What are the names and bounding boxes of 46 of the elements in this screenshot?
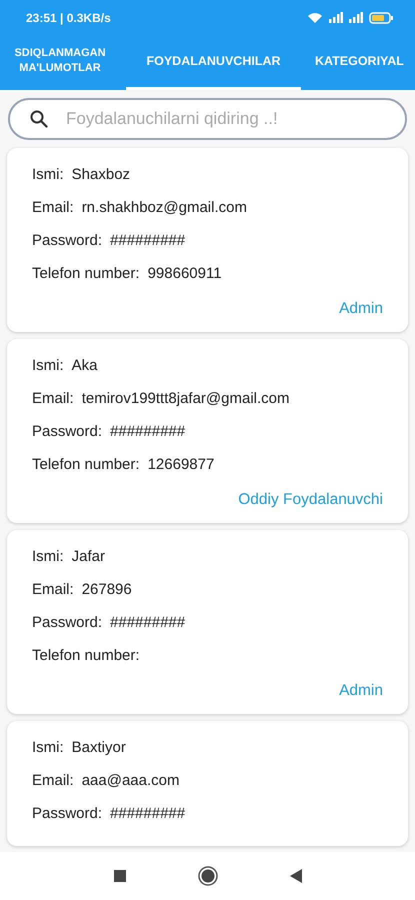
recents-icon[interactable] [114, 870, 126, 882]
battery-icon [369, 12, 393, 24]
field-label: Email: [32, 581, 74, 598]
field-value: ######### [110, 614, 186, 631]
field-label: Password: [32, 423, 102, 440]
role-link[interactable]: Oddiy Foydalanuvchi [238, 491, 383, 515]
field-label: Ismi: [32, 548, 64, 565]
field-value: ######### [110, 232, 186, 249]
field-label: Email: [32, 390, 74, 407]
field-label: Telefon number: [32, 456, 140, 473]
tab[interactable]: FOYDALANUVCHILAR [126, 35, 301, 90]
field-label: Ismi: [32, 739, 64, 756]
field-value: Aka [72, 357, 98, 374]
signal-icon [349, 12, 363, 23]
field-value: Baxtiyor [72, 739, 126, 756]
field-value: rn.shakhboz@gmail.com [82, 199, 247, 216]
field-label: Password: [32, 614, 102, 631]
field-value: ######### [110, 805, 186, 822]
field-value: aaa@aaa.com [82, 772, 180, 789]
status-time: 23:51 | 0.3KB/s [26, 10, 111, 24]
field-value: ######### [110, 423, 186, 440]
wifi-icon [307, 12, 323, 24]
field-label: Email: [32, 199, 74, 216]
field-value: 12669877 [148, 456, 214, 473]
search-icon [30, 110, 48, 128]
signal-icon [329, 12, 343, 23]
role-link[interactable]: Admin [339, 682, 383, 706]
search-field[interactable]: Foydalanuchilarni qidiring ..! [64, 108, 385, 130]
back-icon[interactable] [290, 869, 302, 883]
field-value: Jafar [72, 548, 106, 565]
field-label: Password: [32, 232, 102, 249]
field-value: Shaxboz [72, 166, 130, 183]
search-bar[interactable]: Foydalanuchilarni qidiring ..! [8, 98, 407, 140]
field-value: 998660911 [148, 265, 222, 282]
field-value: 267896 [82, 581, 132, 598]
field-value: temirov199ttt8jafar@gmail.com [82, 390, 290, 407]
home-icon[interactable] [198, 866, 218, 886]
field-label: Password: [32, 805, 102, 822]
field-label: Email: [32, 772, 74, 789]
role-link[interactable]: Admin [339, 300, 383, 324]
field-label: Telefon number: [32, 647, 140, 664]
field-label: Ismi: [32, 357, 64, 374]
field-label: Telefon number: [32, 265, 140, 282]
tab[interactable]: SDIQLANMAGAN MA'LUMOTLAR [0, 35, 120, 90]
field-label: Ismi: [32, 166, 64, 183]
tab[interactable]: KATEGORIYAL [301, 35, 415, 90]
